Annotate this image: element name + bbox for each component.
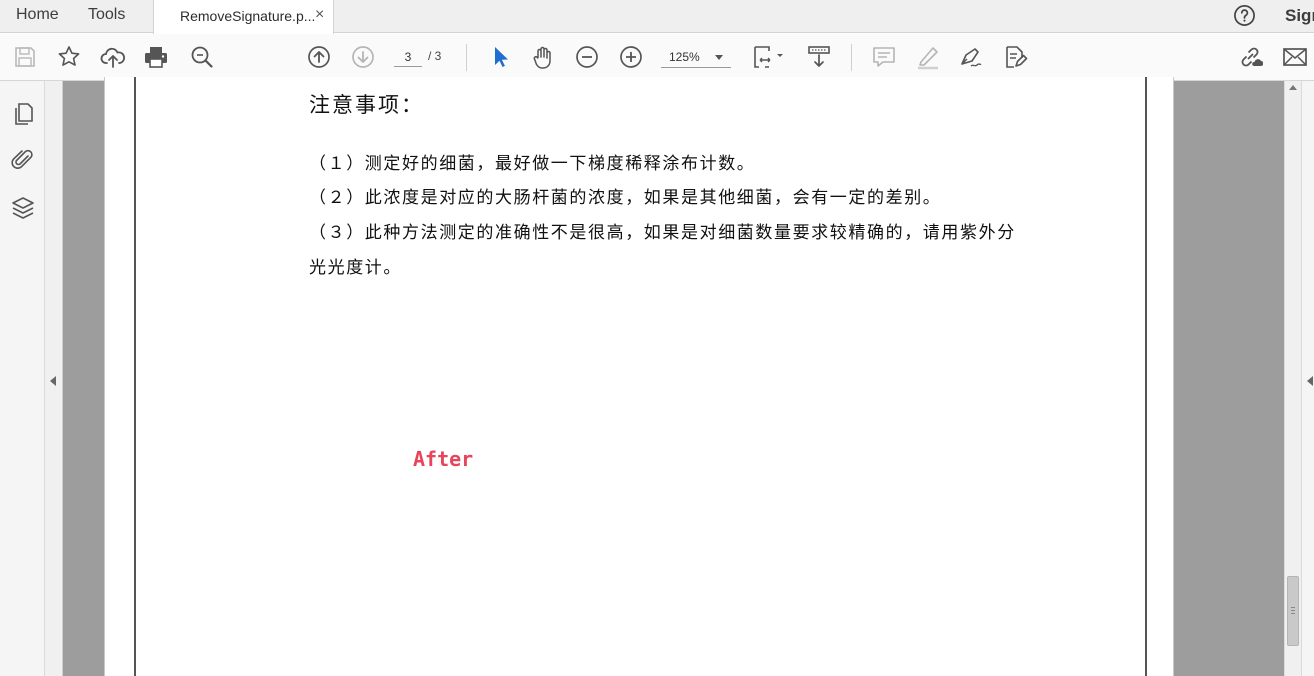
main-toolbar: / 3 125% <box>0 34 1314 81</box>
page-total-label: / 3 <box>428 49 442 63</box>
zoom-value: 125% <box>669 50 700 64</box>
scroll-up-icon[interactable] <box>1289 85 1297 90</box>
hand-tool-icon[interactable] <box>530 44 556 70</box>
collapse-left-icon <box>50 376 56 386</box>
page-number-input[interactable] <box>394 47 422 67</box>
grip-line <box>1291 607 1295 608</box>
toolbar-divider <box>851 44 852 71</box>
grip-line <box>1291 613 1295 614</box>
pdf-page: 注意事项： （１）测定好的细菌，最好做一下梯度稀释涂布计数。 （２）此浓度是对应… <box>104 77 1174 676</box>
close-tab-icon[interactable]: × <box>315 6 324 24</box>
document-canvas[interactable]: 注意事项： （１）测定好的细菌，最好做一下梯度稀释涂布计数。 （２）此浓度是对应… <box>63 77 1242 676</box>
search-zoom-icon[interactable] <box>189 44 215 70</box>
attachments-icon[interactable] <box>10 147 36 173</box>
comment-icon[interactable] <box>871 44 897 70</box>
print-icon[interactable] <box>143 44 169 70</box>
cloud-upload-icon[interactable] <box>100 44 126 70</box>
page-fit-icon[interactable] <box>752 44 786 70</box>
expand-right-pane-icon <box>1307 376 1313 386</box>
page-border-frame: 注意事项： （１）测定好的细菌，最好做一下梯度稀释涂布计数。 （２）此浓度是对应… <box>134 77 1147 676</box>
layers-icon[interactable] <box>10 195 36 221</box>
scroll-mode-icon[interactable] <box>806 44 832 70</box>
share-link-icon[interactable] <box>1237 44 1263 70</box>
previous-page-icon[interactable] <box>306 44 332 70</box>
fill-sign-icon[interactable] <box>1002 44 1028 70</box>
chevron-down-icon <box>715 55 723 60</box>
canvas-right-margin <box>1242 81 1284 676</box>
email-icon[interactable] <box>1282 44 1308 70</box>
bookmark-star-icon[interactable] <box>56 44 82 70</box>
tab-tools[interactable]: Tools <box>88 6 125 24</box>
sign-menu[interactable]: Sign <box>1285 6 1314 26</box>
toolbar-divider <box>466 44 467 71</box>
next-page-icon[interactable] <box>350 44 376 70</box>
left-navigation-pane <box>0 81 45 676</box>
document-line-4: 光光度计。 <box>309 258 402 278</box>
document-line-2: （２）此浓度是对应的大肠杆菌的浓度，如果是其他细菌，会有一定的差别。 <box>309 188 942 208</box>
help-icon[interactable] <box>1233 4 1256 27</box>
zoom-in-icon[interactable] <box>618 44 644 70</box>
highlight-icon[interactable] <box>915 44 941 70</box>
page-thumbnails-icon[interactable] <box>10 101 36 127</box>
save-icon[interactable] <box>12 44 38 70</box>
grip-line <box>1291 610 1295 611</box>
tab-bar: Home Tools RemoveSignature.p... × Sign <box>0 0 1314 34</box>
document-tab-label: RemoveSignature.p... <box>180 8 316 24</box>
right-pane-toggle[interactable] <box>1301 81 1314 676</box>
vertical-scrollbar[interactable] <box>1284 81 1301 676</box>
zoom-out-icon[interactable] <box>574 44 600 70</box>
document-line-3: （３）此种方法测定的准确性不是很高，如果是对细菌数量要求较精确的，请用紫外分 <box>309 223 1016 243</box>
left-pane-toggle[interactable] <box>45 81 63 676</box>
tab-document[interactable]: RemoveSignature.p... × <box>153 0 334 34</box>
document-line-1: （１）测定好的细菌，最好做一下梯度稀释涂布计数。 <box>309 154 756 174</box>
sign-pen-icon[interactable] <box>958 44 984 70</box>
tab-home[interactable]: Home <box>16 6 59 24</box>
document-heading: 注意事项： <box>309 93 424 117</box>
after-annotation-label: After <box>413 447 474 471</box>
select-cursor-icon[interactable] <box>487 44 513 70</box>
scrollbar-thumb[interactable] <box>1287 576 1299 646</box>
zoom-dropdown[interactable]: 125% <box>661 47 731 68</box>
